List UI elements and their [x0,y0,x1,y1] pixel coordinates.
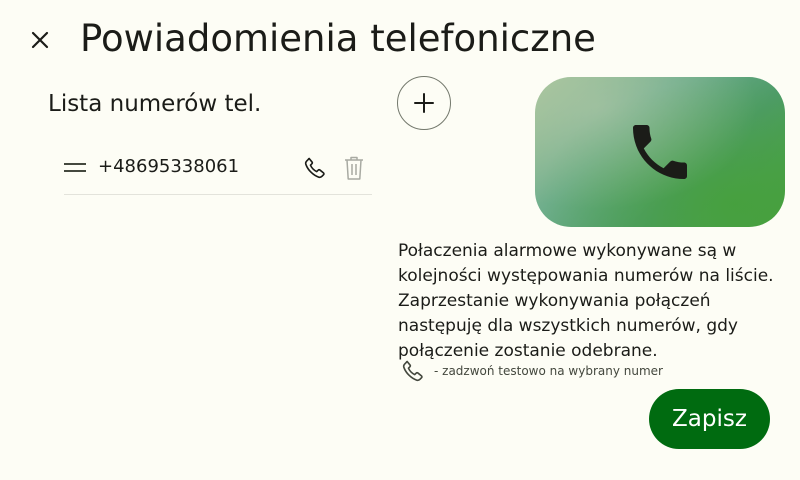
phone-icon [633,125,687,179]
phone-illustration [535,77,785,227]
phone-icon [402,360,423,382]
plus-icon [414,93,434,113]
add-number-button[interactable] [397,76,451,130]
phone-list-title: Lista numerów tel. [48,91,262,117]
phone-notifications-page: Powiadomienia telefoniczne Lista numerów… [0,0,800,480]
delete-number-button[interactable] [342,154,366,182]
legend-text: - zadzwoń testowo na wybrany numer [434,364,663,378]
phone-icon [304,157,325,179]
save-button[interactable]: Zapisz [649,389,770,449]
drag-handle-icon[interactable] [64,158,86,178]
close-button[interactable] [22,22,58,58]
test-call-button[interactable] [302,154,328,182]
page-title: Powiadomienia telefoniczne [80,17,596,60]
trash-icon [345,156,363,180]
test-call-legend: - zadzwoń testowo na wybrany numer [400,358,663,384]
close-icon [31,31,49,49]
info-description: Połaczenia alarmowe wykonywane są w kole… [398,241,774,361]
phone-number: +48695338061 [98,156,240,177]
phone-list-item: +48695338061 [64,140,372,195]
